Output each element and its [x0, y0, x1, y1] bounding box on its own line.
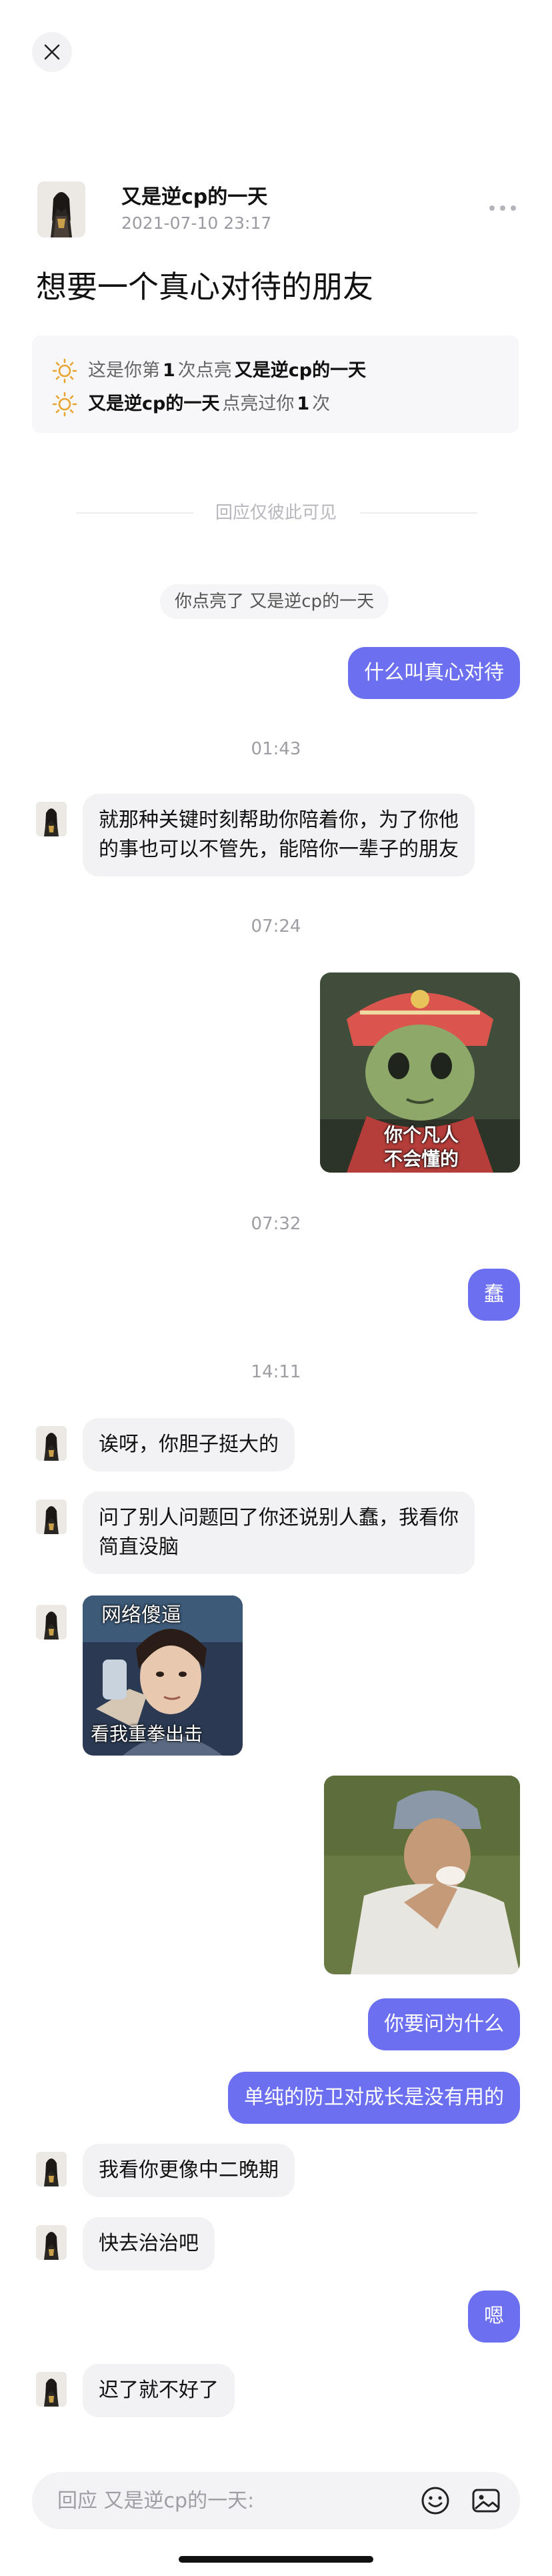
light-count: 1 [297, 394, 310, 414]
system-notice: 你点亮了 又是逆cp的一天 [160, 584, 389, 619]
message-bubble-incoming[interactable]: 诶呀，你胆子挺大的 [83, 1418, 295, 1471]
message-bubble-incoming[interactable]: 我看你更像中二晚期 [83, 2144, 295, 2197]
chat-avatar[interactable] [36, 1499, 67, 1534]
message-bubble-incoming[interactable]: 就那种关键时刻帮助你陪着你，为了你他 的事也可以不管先，能陪你一辈子的朋友 [83, 794, 475, 876]
chat-avatar[interactable] [36, 1426, 67, 1461]
sun-icon [52, 392, 77, 417]
message-bubble-outgoing[interactable]: 单纯的防卫对成长是没有用的 [228, 2072, 520, 2124]
reply-input[interactable] [57, 2489, 401, 2513]
home-indicator[interactable] [179, 2556, 373, 2563]
chat-avatar[interactable] [36, 2152, 67, 2186]
meme-caption: 你个凡人 [384, 1124, 459, 1146]
time-label: 07:24 [251, 916, 301, 936]
author-avatar[interactable] [37, 181, 85, 237]
reply-composer [32, 2472, 520, 2529]
time-label: 14:11 [251, 1362, 301, 1382]
message-bubble-incoming[interactable]: 问了别人问题回了你还说别人蠢，我看你 简直没脑 [83, 1491, 475, 1574]
time-label: 07:32 [251, 1214, 301, 1234]
image-icon [472, 2489, 500, 2513]
emoji-button[interactable] [419, 2484, 452, 2517]
light-row-theirs: 又是逆cp的一天 点亮过你 1 次 [52, 388, 499, 421]
meme-caption: 不会懂的 [384, 1148, 459, 1170]
close-icon [44, 44, 60, 60]
message-line: 的事也可以不管先，能陪你一辈子的朋友 [99, 838, 459, 861]
light-text: 次 [312, 394, 331, 414]
post-author: 又是逆cp的一天 2021-07-10 23:17 [37, 181, 271, 237]
light-count: 1 [163, 360, 175, 381]
light-text: 这是你第 [88, 360, 160, 381]
message-bubble-incoming[interactable]: 快去治治吧 [83, 2217, 215, 2271]
chat-avatar[interactable] [36, 2372, 67, 2407]
photo-image [324, 1776, 520, 1974]
post-timestamp: 2021-07-10 23:17 [121, 213, 272, 233]
message-bubble-outgoing[interactable]: 蠢 [468, 1269, 520, 1321]
message-line: 就那种关键时刻帮助你陪着你，为了你他 [99, 808, 459, 832]
chat-avatar[interactable] [36, 802, 67, 836]
message-bubble-incoming[interactable]: 迟了就不好了 [83, 2364, 235, 2417]
time-label: 01:43 [251, 739, 301, 759]
image-message-outgoing[interactable]: 你个凡人 不会懂的 [320, 973, 520, 1173]
message-bubble-outgoing[interactable]: 嗯 [468, 2291, 520, 2343]
more-icon[interactable] [489, 205, 516, 211]
chat-avatar[interactable] [36, 1605, 67, 1640]
meme-caption: 看我重拳出击 [91, 1723, 203, 1745]
emoji-icon [421, 2487, 449, 2515]
post-title: 想要一个真心对待的朋友 [36, 269, 373, 305]
image-button[interactable] [469, 2484, 503, 2517]
light-text: 点亮过你 [222, 394, 295, 414]
light-row-mine: 这是你第 1 次点亮 又是逆cp的一天 [52, 354, 499, 388]
image-message-incoming[interactable]: 网络傻逼 看我重拳出击 [83, 1595, 243, 1756]
meme-caption: 网络傻逼 [101, 1603, 181, 1627]
light-info-box: 这是你第 1 次点亮 又是逆cp的一天 又是逆cp的一天 点亮过你 1 次 [32, 336, 519, 433]
close-button[interactable] [32, 32, 72, 72]
light-username: 又是逆cp的一天 [88, 394, 220, 414]
message-bubble-outgoing[interactable]: 你要问为什么 [368, 1998, 520, 2050]
sun-icon [52, 358, 77, 384]
light-text: 次点亮 [177, 360, 232, 381]
message-line: 问了别人问题回了你还说别人蠢，我看你 [99, 1506, 459, 1529]
image-message-outgoing[interactable] [324, 1776, 520, 1974]
message-bubble-outgoing[interactable]: 什么叫真心对待 [348, 647, 520, 699]
light-username: 又是逆cp的一天 [234, 360, 367, 381]
chat-avatar[interactable] [36, 2225, 67, 2260]
message-line: 简直没脑 [99, 1535, 179, 1559]
visibility-note: 回应仅彼此可见 [215, 503, 337, 523]
author-name[interactable]: 又是逆cp的一天 [121, 184, 271, 211]
